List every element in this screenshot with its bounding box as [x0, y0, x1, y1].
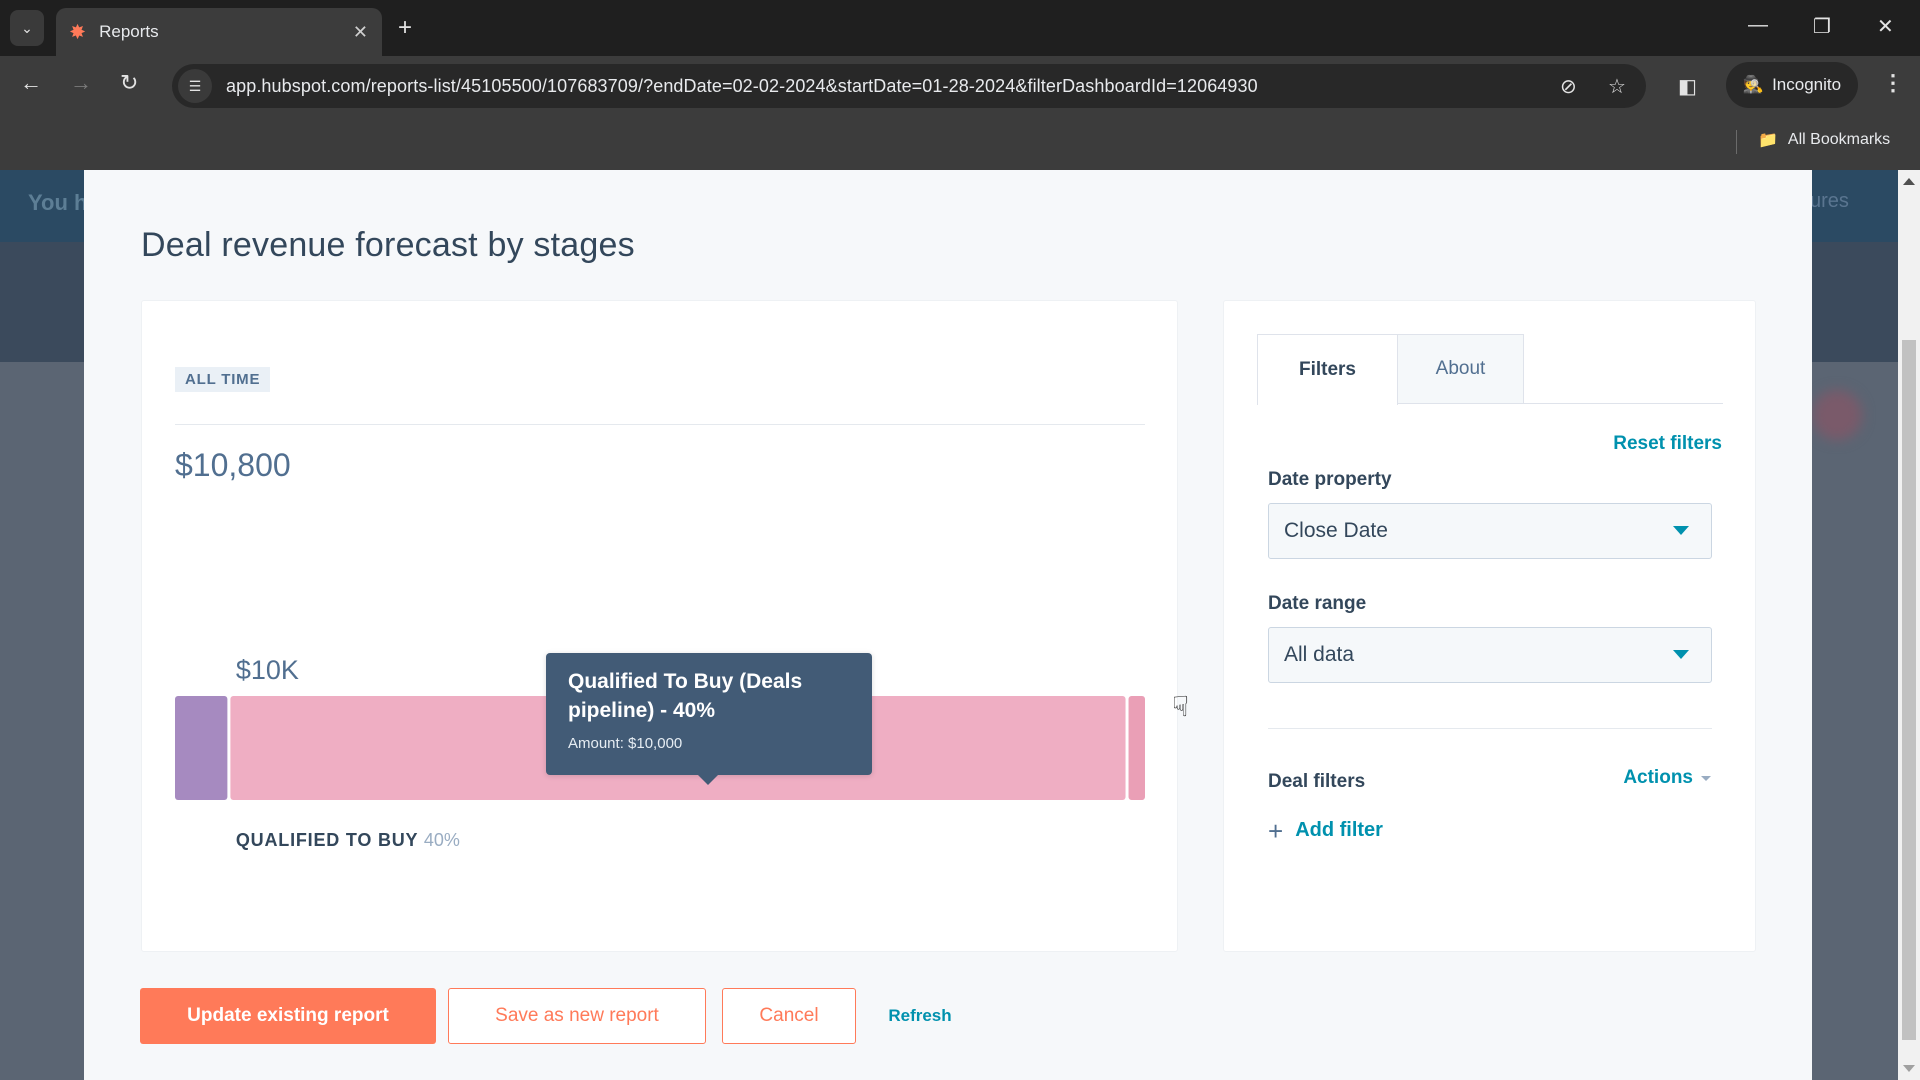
eye-off-icon[interactable]: ⊘: [1560, 74, 1577, 99]
scroll-up-arrow-icon[interactable]: [1903, 178, 1915, 185]
url-text[interactable]: app.hubspot.com/reports-list/45105500/10…: [226, 76, 1258, 97]
date-range-badge: ALL TIME: [175, 367, 271, 392]
reload-icon[interactable]: ↻: [120, 70, 138, 96]
bar-segment-0[interactable]: [175, 696, 228, 800]
browser-toolbar: ← → ↻ ☰ app.hubspot.com/reports-list/451…: [0, 56, 1920, 114]
all-bookmarks-button[interactable]: 📁 All Bookmarks: [1758, 130, 1890, 150]
page-viewport: You h ures Deal revenue forecast by stag…: [0, 170, 1898, 1080]
more-vert-icon[interactable]: ⋮: [1882, 70, 1904, 96]
save-as-new-report-button[interactable]: Save as new report: [448, 988, 706, 1044]
report-modal: Deal revenue forecast by stages ALL TIME…: [84, 170, 1812, 1080]
incognito-icon: 🕵: [1742, 75, 1765, 94]
date-range-value: All data: [1284, 643, 1355, 666]
date-property-label: Date property: [1268, 469, 1392, 490]
folder-icon: 📁: [1758, 132, 1778, 149]
chart-tooltip: Qualified To Buy (Deals pipeline) - 40% …: [546, 653, 872, 785]
browser-tab-strip: ⌄ ✸ Reports ✕ + — ❐ ✕: [0, 0, 1920, 56]
restore-icon[interactable]: ❐: [1813, 14, 1831, 39]
close-window-icon[interactable]: ✕: [1877, 14, 1894, 39]
chart-area: $10K QUALIFIED TO BUY 40% Qualified To Bu…: [175, 519, 1145, 879]
bookmarks-divider: [1736, 130, 1737, 154]
page-title: Deal revenue forecast by stages: [141, 226, 635, 264]
actions-dropdown[interactable]: Actions: [1623, 767, 1711, 789]
add-filter-button[interactable]: + Add filter: [1268, 815, 1383, 846]
background-blur-shape: [1812, 390, 1862, 440]
star-icon[interactable]: ☆: [1608, 74, 1626, 99]
forward-arrow-icon[interactable]: →: [70, 70, 92, 96]
tune-icon[interactable]: ☰: [178, 69, 212, 103]
filters-card: Filters About Reset filters Date propert…: [1223, 300, 1756, 952]
new-tab-button[interactable]: +: [398, 14, 412, 42]
incognito-label: Incognito: [1772, 75, 1842, 94]
date-property-value: Close Date: [1284, 519, 1388, 542]
bookmarks-bar: 📁 All Bookmarks: [0, 114, 1920, 170]
caret-down-icon: [1701, 775, 1711, 781]
tooltip-amount: Amount: $10,000: [568, 735, 683, 752]
side-panel-icon[interactable]: ◧: [1678, 74, 1697, 99]
deal-filters-label: Deal filters: [1268, 771, 1366, 792]
cancel-button[interactable]: Cancel: [722, 988, 856, 1044]
scrollbar-thumb[interactable]: [1902, 340, 1916, 1040]
background-left-text: You h: [28, 190, 88, 215]
caret-down-icon: [1673, 650, 1689, 659]
browser-tab-reports[interactable]: ✸ Reports ✕: [56, 8, 382, 56]
reset-filters-link[interactable]: Reset filters: [1613, 433, 1722, 455]
date-range-label: Date range: [1268, 593, 1367, 614]
scroll-down-arrow-icon[interactable]: [1903, 1065, 1915, 1072]
filter-tabs: Filters About: [1257, 334, 1723, 405]
total-value: $10,800: [175, 447, 291, 483]
tooltip-title: Qualified To Buy (Deals pipeline) - 40%: [568, 670, 803, 722]
tab-search-button[interactable]: ⌄: [10, 10, 44, 46]
tab-about[interactable]: About: [1398, 334, 1524, 404]
minimize-icon[interactable]: —: [1748, 14, 1768, 37]
tab-filters[interactable]: Filters: [1257, 334, 1398, 405]
date-range-select[interactable]: All data: [1268, 627, 1712, 683]
chart-divider: [175, 424, 1145, 425]
plus-icon: +: [1268, 815, 1284, 846]
hand-cursor-icon: ☟: [1172, 691, 1190, 722]
filters-divider: [1268, 728, 1712, 729]
actions-label: Actions: [1623, 767, 1693, 788]
incognito-profile-button[interactable]: 🕵 Incognito: [1726, 62, 1858, 108]
tab-title: Reports: [99, 22, 159, 41]
close-tab-icon[interactable]: ✕: [353, 22, 368, 43]
refresh-button[interactable]: Refresh: [880, 988, 960, 1044]
segment-value-label: $10K: [236, 655, 299, 685]
caret-down-icon: [1673, 526, 1689, 535]
page-scrollbar[interactable]: [1898, 170, 1920, 1080]
bar-segment-2[interactable]: [1128, 696, 1145, 800]
all-bookmarks-label: All Bookmarks: [1787, 131, 1891, 148]
date-property-select[interactable]: Close Date: [1268, 503, 1712, 559]
chart-card: ALL TIME $10,800 $10K QUALIFIED TO BUY 40…: [141, 300, 1178, 952]
back-arrow-icon[interactable]: ←: [20, 70, 42, 96]
segment-name-label: QUALIFIED TO BUY 40%: [236, 830, 460, 850]
update-existing-report-button[interactable]: Update existing report: [140, 988, 436, 1044]
address-bar[interactable]: ☰ app.hubspot.com/reports-list/45105500/…: [172, 64, 1646, 108]
add-filter-label: Add filter: [1295, 819, 1383, 841]
chevron-down-icon: ⌄: [21, 19, 33, 36]
background-right-text: ures: [1810, 190, 1849, 212]
hubspot-sprocket-icon: ✸: [70, 21, 86, 42]
